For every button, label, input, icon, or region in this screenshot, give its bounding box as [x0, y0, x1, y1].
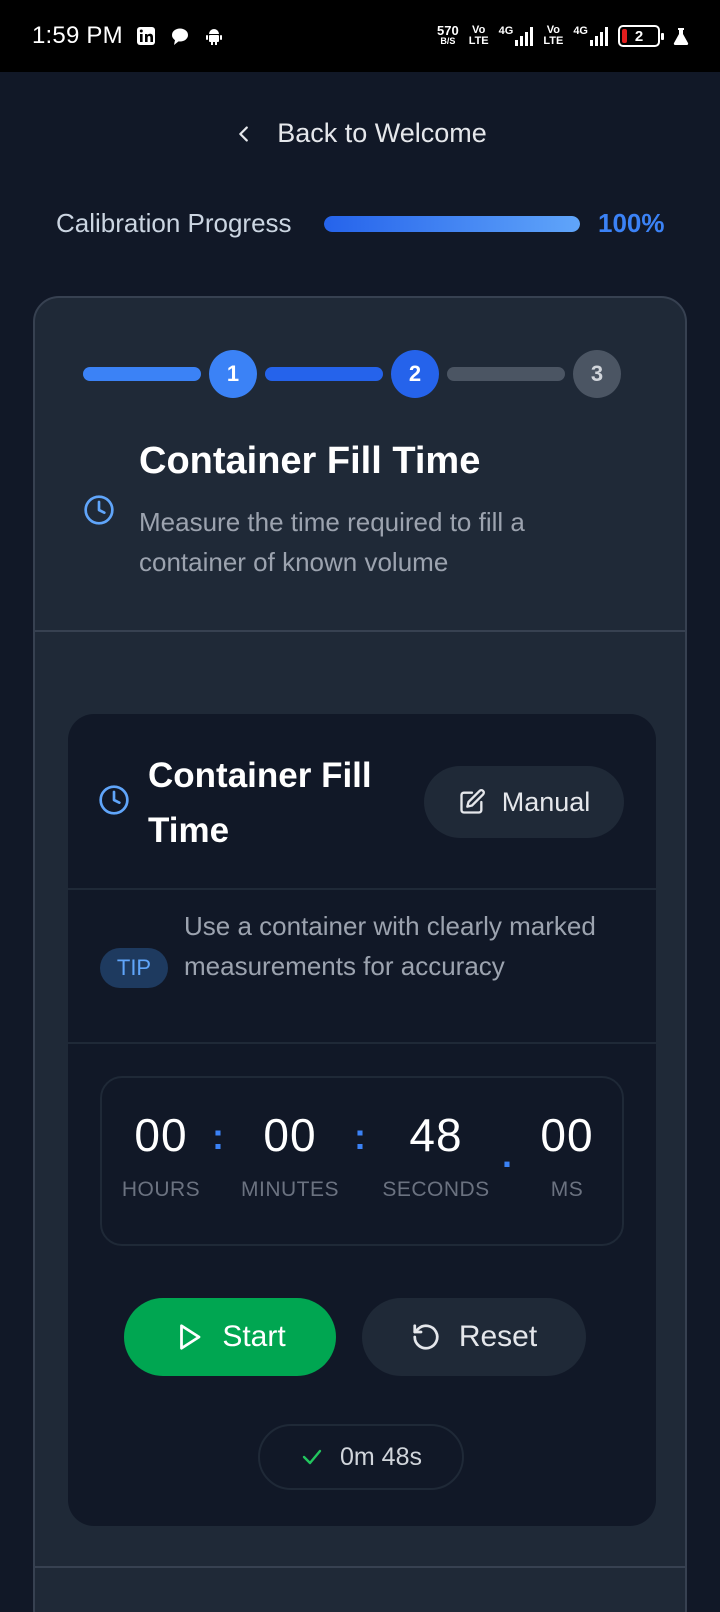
tip-text: Use a container with clearly marked meas… — [184, 911, 596, 981]
back-label: Back to Welcome — [277, 118, 487, 148]
linkedin-icon — [135, 25, 157, 47]
clock-icon — [99, 785, 129, 815]
volte-1-bottom: LTE — [468, 35, 489, 47]
signal-bars-2-icon — [590, 26, 608, 46]
separator-colon: : — [212, 1116, 224, 1157]
seconds-label: SECONDS — [382, 1178, 490, 1201]
network-type-1: 4G — [498, 25, 514, 37]
play-icon — [180, 1324, 201, 1350]
chat-icon — [169, 25, 191, 47]
timer-card: Container Fill Time Manual TIP Use a con… — [68, 714, 656, 1526]
progress-label: Calibration Progress — [56, 208, 292, 238]
net-speed: 570 B/S — [436, 23, 459, 47]
timer-title: Container Fill Time — [148, 756, 372, 850]
manual-label: Manual — [501, 786, 591, 817]
card-divider — [35, 1566, 685, 1568]
clock-icon — [84, 495, 114, 525]
step-1[interactable]: 1 — [209, 350, 257, 398]
tip-row: TIP Use a container with clearly marked … — [68, 890, 656, 1044]
volte-1: Vo LTE — [469, 25, 489, 47]
result-value: 0m 48s — [340, 1442, 422, 1471]
ms-label: MS — [550, 1178, 584, 1201]
calibration-card: 1 2 3 Container Fill Time Measure the ti… — [33, 296, 687, 1612]
separator-dot: . — [502, 1134, 513, 1175]
hours-unit: 00 HOURS — [116, 1108, 206, 1202]
status-time: 1:59 PM — [32, 22, 123, 49]
minutes-label: MINUTES — [241, 1178, 339, 1201]
battery-level: 2 — [634, 27, 644, 45]
signal-bars-1-icon — [515, 26, 534, 46]
start-button[interactable]: Start — [124, 1298, 336, 1376]
progress-percent: 100% — [598, 208, 665, 238]
step-3[interactable]: 3 — [573, 350, 621, 398]
seconds-value: 48 — [409, 1109, 463, 1161]
separator-colon: : — [354, 1116, 366, 1157]
check-icon — [302, 1449, 322, 1465]
step-1-bar — [83, 367, 201, 381]
hours-value: 00 — [134, 1109, 188, 1161]
flask-icon — [670, 25, 692, 47]
status-right: 570 B/S Vo LTE 4G Vo LTE 4G 2 — [436, 23, 692, 47]
progress-bar — [324, 215, 580, 232]
result-badge: 0m 48s — [258, 1424, 464, 1490]
reset-icon — [413, 1324, 439, 1350]
seconds-unit: 48 SECONDS — [376, 1108, 496, 1202]
reset-label: Reset — [458, 1320, 538, 1353]
ms-unit: 00 MS — [522, 1108, 612, 1202]
page-title: Container Fill Time — [139, 440, 481, 482]
edit-icon — [460, 789, 485, 814]
battery-icon: 2 — [618, 25, 664, 47]
minutes-unit: 00 MINUTES — [232, 1108, 348, 1202]
chevron-left-icon — [239, 125, 249, 142]
timer-display: 00 HOURS : 00 MINUTES : 48 SECONDS . 00 … — [100, 1076, 624, 1246]
signal-1: 4G — [499, 26, 534, 46]
step-indicator: 1 2 3 — [83, 350, 621, 398]
calibration-progress: Calibration Progress 100% — [56, 208, 666, 239]
progress-fill — [324, 215, 580, 232]
back-to-welcome-link[interactable]: Back to Welcome — [0, 118, 720, 149]
network-type-2: 4G — [573, 25, 588, 37]
volte-2-bottom: LTE — [543, 35, 564, 47]
step-3-bar — [447, 367, 565, 381]
reset-button[interactable]: Reset — [362, 1298, 586, 1376]
manual-button[interactable]: Manual — [424, 766, 624, 838]
status-left: 1:59 PM — [32, 22, 225, 50]
card-header: 1 2 3 Container Fill Time Measure the ti… — [35, 298, 685, 632]
step-2[interactable]: 2 — [391, 350, 439, 398]
signal-2: 4G — [573, 26, 608, 46]
timer-card-header: Container Fill Time Manual — [68, 714, 656, 890]
ms-value: 00 — [540, 1109, 594, 1161]
volte-2: Vo LTE — [543, 25, 563, 47]
net-speed-value: 570 — [436, 23, 459, 38]
hours-label: HOURS — [121, 1178, 201, 1201]
step-2-bar — [265, 367, 383, 381]
android-icon — [203, 25, 225, 47]
start-label: Start — [222, 1320, 286, 1353]
minutes-value: 00 — [263, 1109, 317, 1161]
tip-badge: TIP — [100, 948, 168, 988]
page-description: Measure the time required to fill a cont… — [139, 507, 525, 577]
status-bar: 1:59 PM 570 B/S Vo LTE 4G Vo LTE 4G 2 — [0, 0, 720, 72]
